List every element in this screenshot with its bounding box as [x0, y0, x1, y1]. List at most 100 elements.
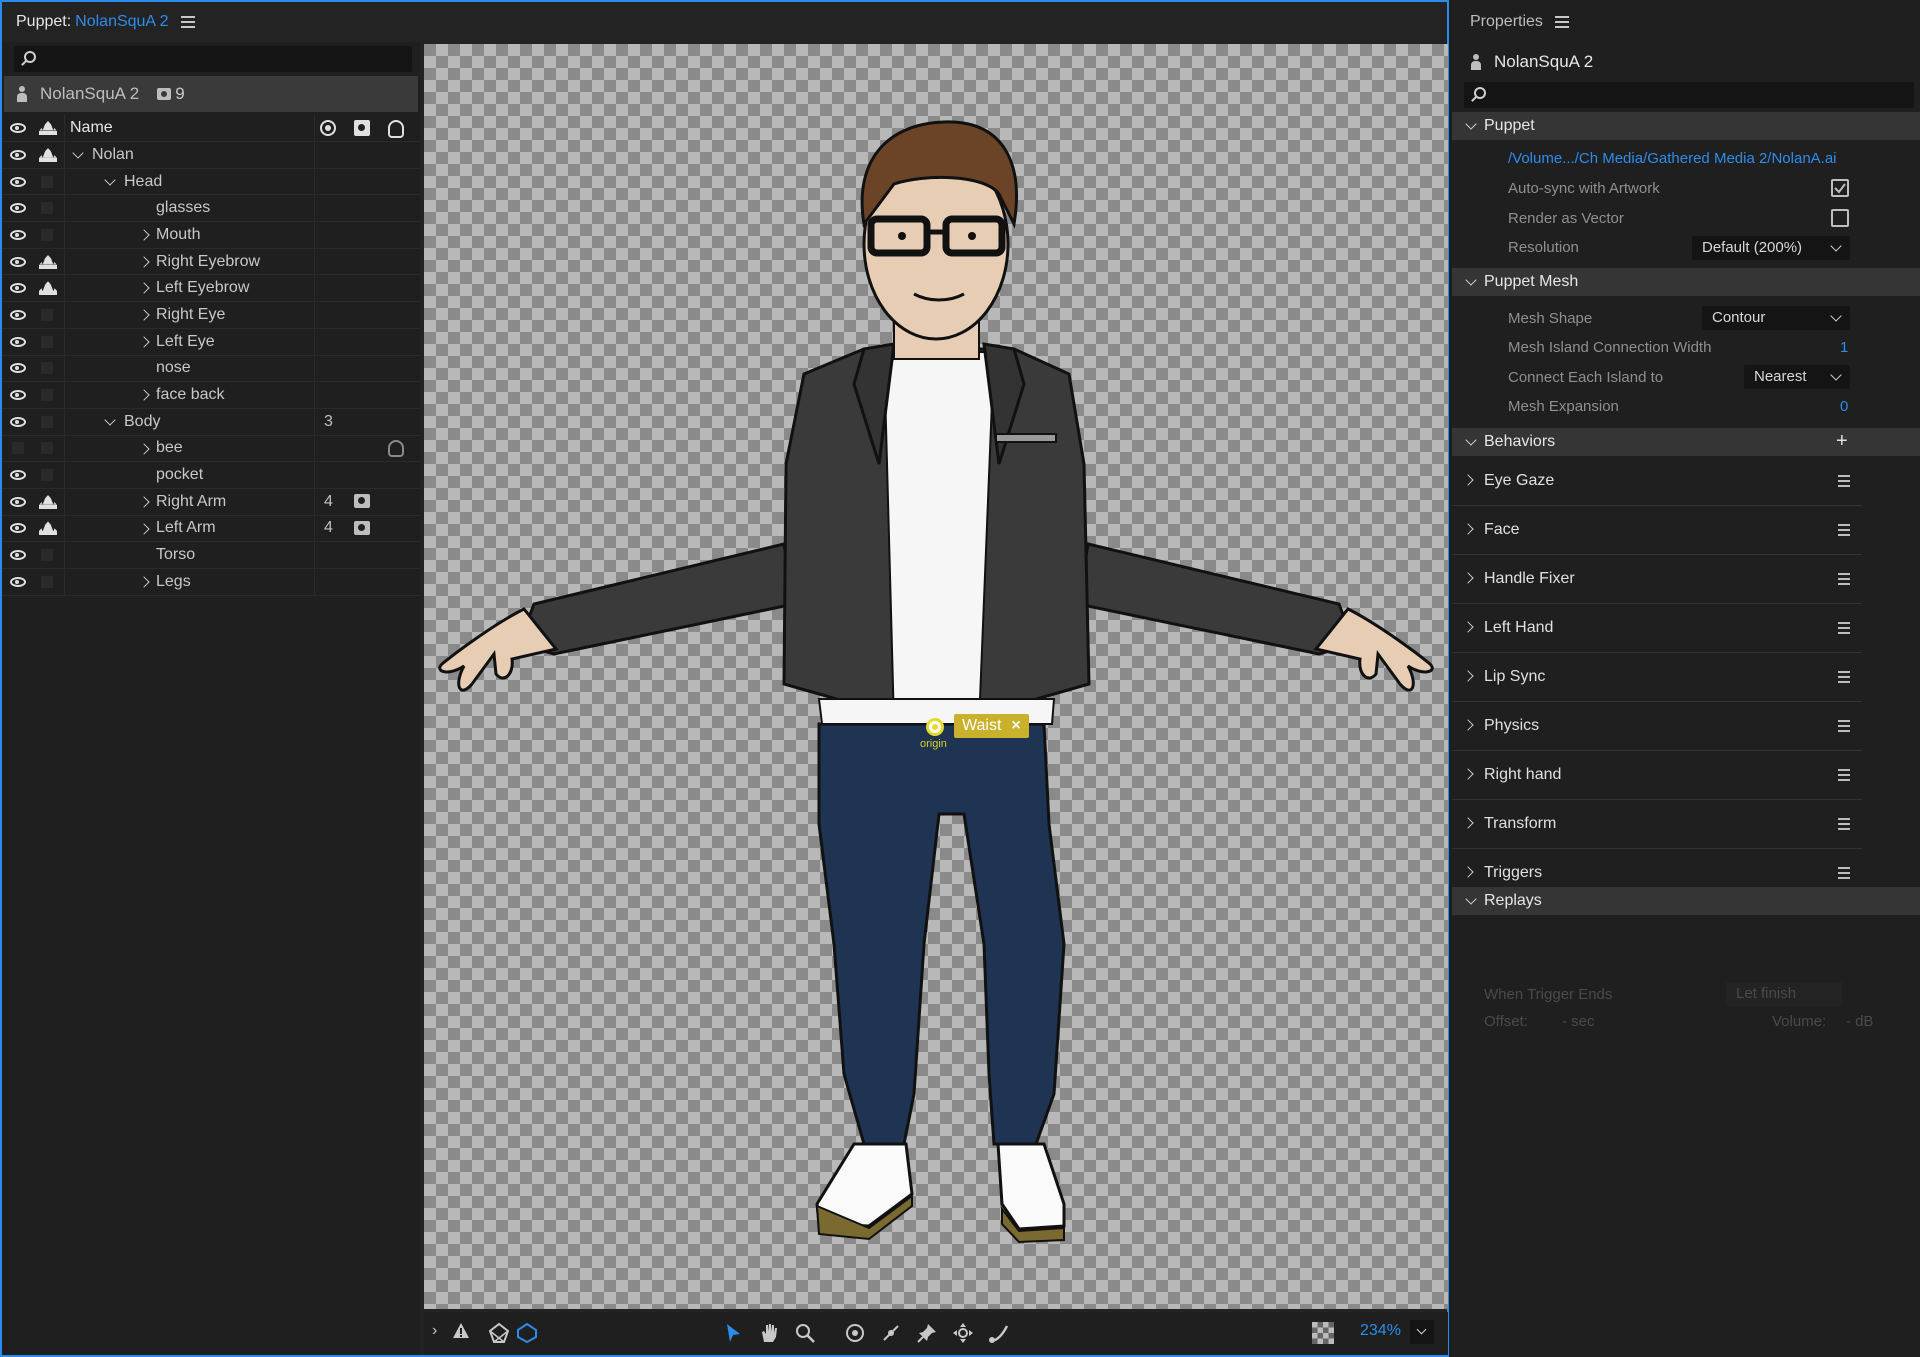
visibility-toggle[interactable]	[8, 281, 28, 295]
warp-independent-toggle[interactable]	[41, 442, 53, 455]
warp-independent-toggle[interactable]	[38, 280, 58, 296]
behaviors-section-header[interactable]: Behaviors +	[1452, 428, 1920, 456]
layer-row[interactable]: face back	[2, 382, 420, 409]
behavior-item[interactable]: Transform	[1452, 801, 1862, 849]
close-icon[interactable]: ×	[1011, 714, 1020, 738]
origin-tool-icon[interactable]	[844, 1322, 866, 1344]
chevron-right-icon[interactable]	[1462, 719, 1474, 731]
warp-independent-toggle[interactable]	[38, 520, 58, 536]
chevron-right-icon[interactable]	[138, 336, 150, 348]
artwork-file-link[interactable]: /Volume.../Ch Media/Gathered Media 2/Nol…	[1508, 150, 1837, 167]
warp-independent-toggle[interactable]	[41, 308, 53, 321]
chevron-down-icon[interactable]	[72, 147, 84, 159]
visibility-header[interactable]	[8, 121, 28, 135]
hand-icon[interactable]	[388, 439, 404, 457]
behavior-item[interactable]: Lip Sync	[1452, 654, 1862, 702]
visibility-toggle[interactable]	[8, 441, 28, 455]
visibility-toggle[interactable]	[8, 575, 28, 589]
behavior-menu-icon[interactable]	[1838, 769, 1850, 781]
shape-outline-icon[interactable]	[516, 1322, 538, 1344]
chevron-right-icon[interactable]	[138, 389, 150, 401]
visibility-toggle[interactable]	[8, 148, 28, 162]
camera-icon[interactable]	[354, 493, 370, 508]
island-width-value[interactable]: 1	[1840, 339, 1848, 356]
layer-row[interactable]: Right Arm 4	[2, 488, 420, 516]
chevron-right-icon[interactable]	[1462, 474, 1474, 486]
mesh-expansion-value[interactable]: 0	[1840, 398, 1848, 415]
behavior-item[interactable]: Eye Gaze	[1452, 458, 1862, 506]
warp-independent-toggle[interactable]	[41, 362, 53, 375]
hand-tool-icon[interactable]	[758, 1322, 780, 1344]
behavior-menu-icon[interactable]	[1838, 671, 1850, 683]
hand-icon[interactable]	[388, 120, 404, 138]
warp-independent-toggle[interactable]	[41, 415, 53, 428]
camera-icon[interactable]	[354, 120, 370, 136]
layer-row[interactable]: Nolan	[2, 142, 420, 169]
visibility-toggle[interactable]	[8, 255, 28, 269]
puppet-bar[interactable]: NolanSquA 2 9	[4, 76, 418, 112]
chevron-down-icon[interactable]	[104, 414, 116, 426]
layer-row[interactable]: Left Arm 4	[2, 515, 420, 543]
layer-row[interactable]: Left Eye	[2, 328, 420, 356]
chevron-right-icon[interactable]	[138, 309, 150, 321]
target-icon[interactable]	[320, 120, 336, 136]
visibility-toggle[interactable]	[8, 548, 28, 562]
behavior-menu-icon[interactable]	[1838, 524, 1850, 536]
warp-independent-toggle[interactable]	[41, 469, 53, 482]
chevron-right-icon[interactable]	[138, 442, 150, 455]
add-behavior-icon[interactable]: +	[1836, 430, 1848, 453]
connect-island-select[interactable]: Nearest	[1744, 365, 1850, 389]
auto-sync-checkbox[interactable]	[1831, 179, 1849, 197]
chevron-right-icon[interactable]	[138, 576, 150, 588]
crown-header[interactable]	[38, 120, 58, 136]
visibility-toggle[interactable]	[8, 415, 28, 429]
warp-independent-toggle[interactable]	[41, 228, 53, 241]
camera-icon[interactable]	[354, 520, 370, 535]
behavior-item[interactable]: Physics	[1452, 703, 1862, 751]
behavior-item[interactable]: Left Hand	[1452, 605, 1862, 653]
behavior-menu-icon[interactable]	[1838, 475, 1850, 487]
layer-row[interactable]: Right Eyebrow	[2, 248, 420, 276]
warp-independent-toggle[interactable]	[41, 202, 53, 215]
visibility-toggle[interactable]	[8, 308, 28, 322]
puppet-section-header[interactable]: Puppet	[1452, 112, 1920, 140]
chevron-down-icon[interactable]	[104, 174, 116, 186]
warp-independent-toggle[interactable]	[38, 494, 58, 510]
chevron-right-icon[interactable]	[1462, 866, 1474, 878]
behavior-menu-icon[interactable]	[1838, 573, 1850, 585]
behavior-item[interactable]: Face	[1452, 507, 1862, 555]
layer-row[interactable]: Left Eyebrow	[2, 275, 420, 303]
behavior-menu-icon[interactable]	[1838, 622, 1850, 634]
zoom-tool-icon[interactable]	[794, 1322, 816, 1344]
layer-row[interactable]: Head	[2, 168, 420, 196]
mesh-shape-select[interactable]: Contour	[1702, 306, 1850, 330]
layer-row[interactable]: Legs	[2, 569, 420, 596]
puppet-canvas[interactable]: origin Waist ×	[424, 44, 1448, 1309]
chevron-right-icon[interactable]	[138, 256, 150, 268]
warp-independent-toggle[interactable]	[41, 335, 53, 348]
chevron-right-icon[interactable]	[138, 229, 150, 241]
visibility-toggle[interactable]	[8, 201, 28, 215]
chevron-right-icon[interactable]	[1462, 572, 1474, 584]
layer-row[interactable]: Torso	[2, 542, 420, 569]
visibility-toggle[interactable]	[8, 175, 28, 189]
behavior-menu-icon[interactable]	[1838, 867, 1850, 879]
replays-section-header[interactable]: Replays	[1452, 887, 1920, 915]
visibility-toggle[interactable]	[8, 521, 28, 535]
visibility-toggle[interactable]	[8, 388, 28, 402]
properties-search-input[interactable]	[1464, 82, 1914, 108]
warp-independent-toggle[interactable]	[41, 389, 53, 402]
layer-row[interactable]: pocket	[2, 462, 420, 489]
resolution-select[interactable]: Default (200%)	[1692, 236, 1850, 260]
chevron-right-icon[interactable]	[1462, 621, 1474, 633]
layer-row[interactable]: glasses	[2, 195, 420, 223]
visibility-toggle[interactable]	[8, 495, 28, 509]
warp-independent-toggle[interactable]	[41, 549, 53, 562]
dragger-tool-icon[interactable]	[952, 1322, 974, 1344]
behavior-menu-icon[interactable]	[1838, 720, 1850, 732]
visibility-toggle[interactable]	[8, 228, 28, 242]
chevron-right-icon[interactable]	[138, 282, 150, 295]
expand-chevron-icon[interactable]: ›	[432, 1322, 454, 1344]
layer-search-input[interactable]	[14, 46, 412, 72]
chevron-right-icon[interactable]	[138, 496, 150, 508]
